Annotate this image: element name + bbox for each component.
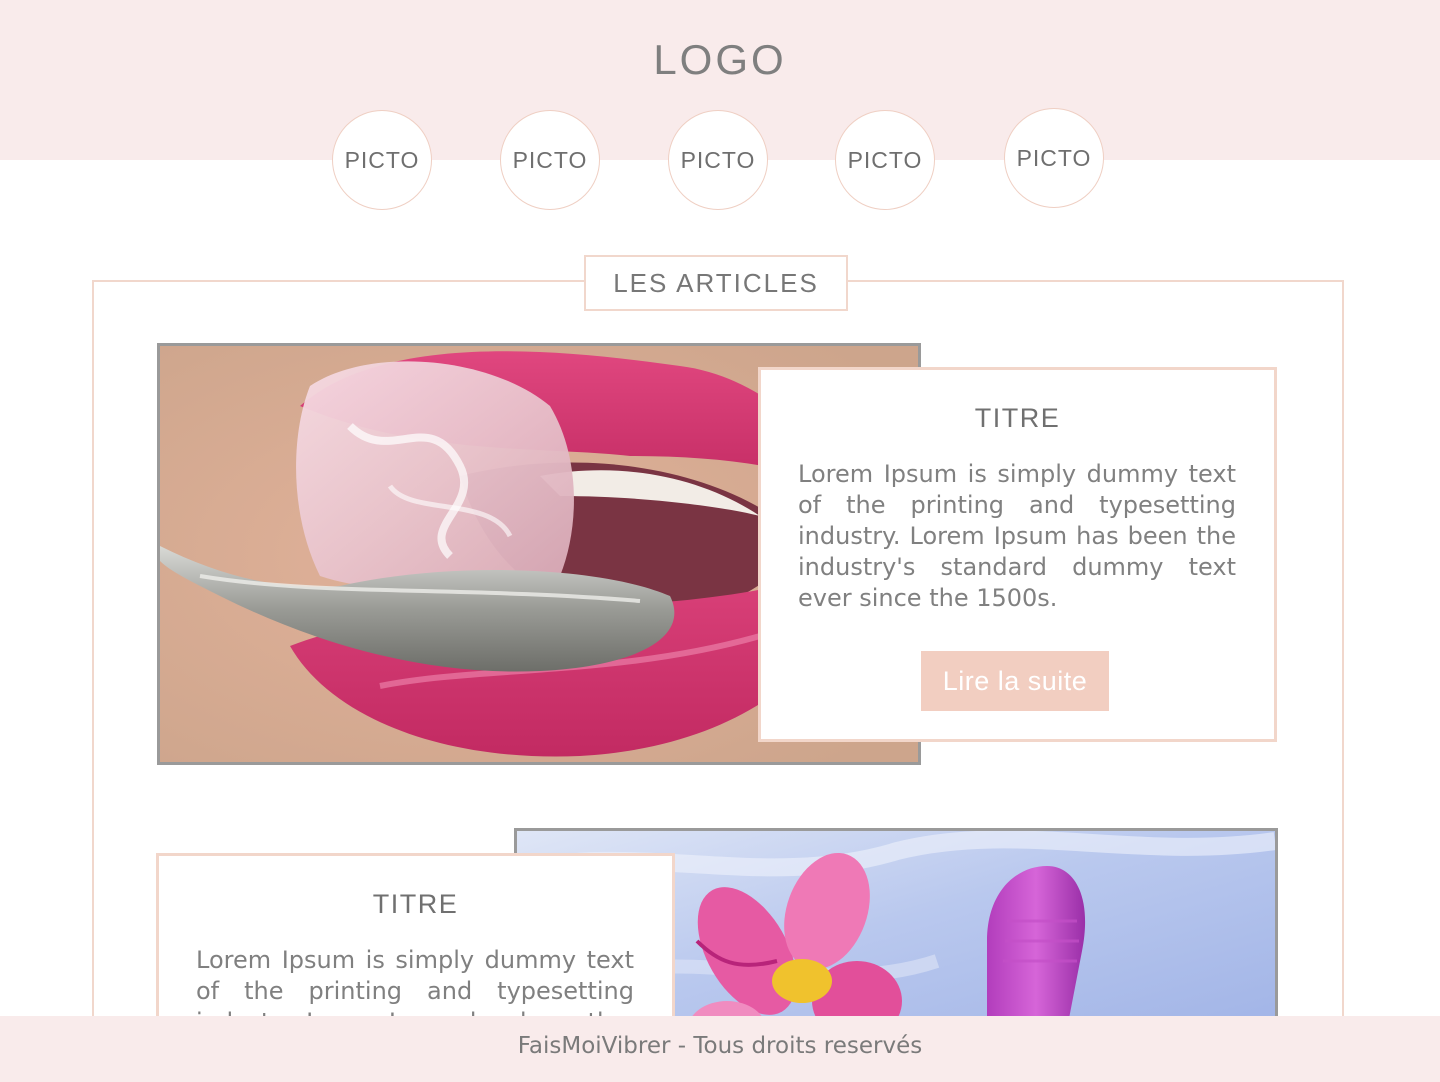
article-1-card: TITRE Lorem Ipsum is simply dummy text o… — [758, 367, 1277, 742]
read-more-button[interactable]: Lire la suite — [921, 651, 1109, 711]
article-1-text: Lorem Ipsum is simply dummy text of the … — [798, 460, 1236, 612]
logo[interactable]: LOGO — [0, 36, 1440, 84]
article-1-title: TITRE — [974, 403, 1061, 433]
picto-button-3[interactable]: PICTO — [668, 110, 768, 210]
picto-button-5[interactable]: PICTO — [1004, 108, 1104, 208]
picto-button-4[interactable]: PICTO — [835, 110, 935, 210]
article-2-title: TITRE — [372, 889, 459, 919]
picto-button-2[interactable]: PICTO — [500, 110, 600, 210]
footer-copyright: FaisMoiVibrer - Tous droits reservés — [517, 1033, 923, 1059]
footer: FaisMoiVibrer - Tous droits reservés — [0, 1016, 1440, 1082]
section-title: LES ARTICLES — [584, 255, 848, 311]
picto-button-1[interactable]: PICTO — [332, 110, 432, 210]
